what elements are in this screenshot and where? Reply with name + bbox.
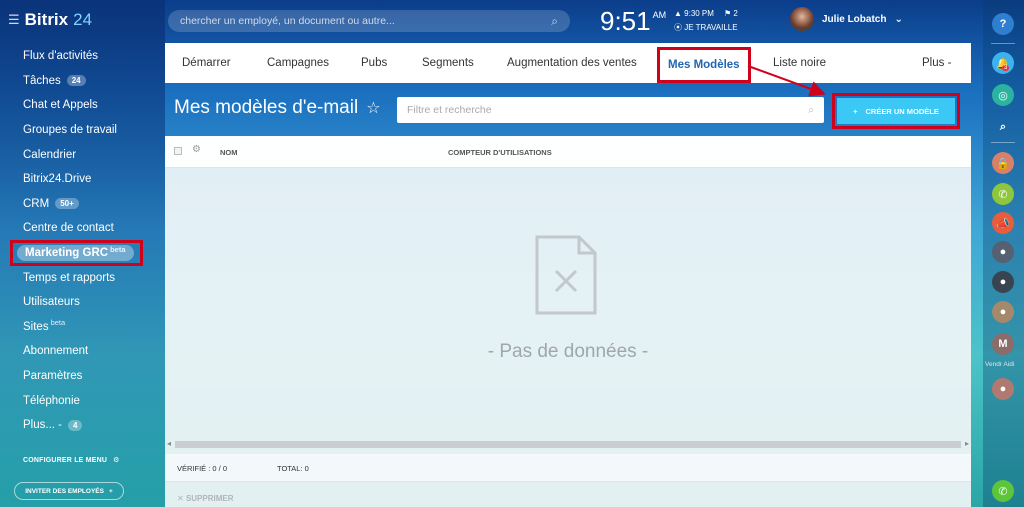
page-title: Mes modèles d'e-mail ☆ xyxy=(174,97,381,118)
beta-tag: beta xyxy=(50,318,66,328)
help-button[interactable]: ? xyxy=(992,13,1014,35)
close-icon: ✕ xyxy=(177,494,184,503)
sidebar-item-marketing[interactable]: Marketing GRC beta xyxy=(0,240,165,267)
empty-file-icon xyxy=(535,235,597,315)
beta-tag: beta xyxy=(110,245,126,255)
scroll-left-icon[interactable]: ◂ xyxy=(167,439,171,448)
sidebar-nav: Flux d'activités Tâches 24 Chat et Appels… xyxy=(0,44,165,438)
logo[interactable]: ☰ Bitrix 24 xyxy=(8,10,92,30)
create-template-button[interactable]: + CRÉER UN MODÈLE xyxy=(837,98,955,124)
tab-sales-boost[interactable]: Augmentation des ventes xyxy=(507,43,637,83)
sidebar-item-tasks[interactable]: Tâches 24 xyxy=(0,69,165,94)
select-all-checkbox[interactable] xyxy=(174,147,182,155)
sidebar-item-more[interactable]: Plus... -4 xyxy=(0,413,165,438)
highlight-box: Marketing GRC beta xyxy=(10,240,143,267)
right-rail: ? 🔔 3 ◎ ⌕ 🔒 ✆ 📣 ● ● ● M Vendr Aidi ● ✆ xyxy=(983,0,1024,507)
verified-count: VÉRIFIÉ : 0 / 0 xyxy=(177,464,228,473)
highlight-box: Mes Modèles xyxy=(657,47,751,83)
contact-avatar[interactable]: ● xyxy=(992,301,1014,323)
contact-avatar[interactable]: ● xyxy=(992,241,1014,263)
total-count: TOTAL: 0 xyxy=(277,464,309,473)
tab-segments[interactable]: Segments xyxy=(422,43,474,83)
marketing-tabs: Démarrer Campagnes Pubs Segments Augment… xyxy=(165,43,971,83)
avatar xyxy=(790,7,814,31)
menu-icon[interactable]: ☰ xyxy=(8,12,20,28)
empty-state-text: - Pas de données - xyxy=(487,341,649,362)
divider xyxy=(991,142,1015,143)
sidebar-item-crm[interactable]: CRM 50+ xyxy=(0,192,165,217)
phone-icon[interactable]: ✆ xyxy=(992,480,1014,502)
phone-icon[interactable]: ✆ xyxy=(992,183,1014,205)
plus-icon: + xyxy=(853,106,858,116)
sidebar-item-chat[interactable]: Chat et Appels xyxy=(0,93,165,118)
star-icon[interactable]: ☆ xyxy=(366,98,380,118)
sidebar-item-time-reports[interactable]: Temps et rapports xyxy=(0,265,165,290)
tab-start[interactable]: Démarrer xyxy=(182,43,231,83)
templates-grid: ⚙ NOM COMPTEUR D'UTILISATIONS - Pas de d… xyxy=(165,136,971,507)
invite-employees-button[interactable]: INVITER DES EMPLOYÉS + xyxy=(14,482,124,500)
brand-name: Bitrix xyxy=(24,10,69,29)
delete-button[interactable]: ✕ SUPPRIMER xyxy=(177,494,234,503)
user-name: Julie Lobatch xyxy=(822,13,887,25)
configure-menu-button[interactable]: CONFIGURER LE MENU ⚙ xyxy=(23,456,120,465)
sidebar-item-subscription[interactable]: Abonnement xyxy=(0,339,165,364)
count-badge: 24 xyxy=(66,75,86,87)
contact-name: Vendr Aidi xyxy=(985,361,1015,368)
scroll-right-icon[interactable]: ▸ xyxy=(965,439,969,448)
flag-count: ⚑ 2 xyxy=(723,9,738,18)
tab-my-templates[interactable]: Mes Modèles xyxy=(657,45,751,85)
gear-icon[interactable]: ⚙ xyxy=(192,144,201,155)
divider xyxy=(991,43,1015,44)
left-sidebar: ☰ Bitrix 24 Flux d'activités Tâches 24 Ch… xyxy=(0,0,165,507)
clock[interactable]: 9:51 AM xyxy=(600,6,666,37)
column-header-usage[interactable]: COMPTEUR D'UTILISATIONS xyxy=(448,148,552,157)
chevron-down-icon: ⌄ xyxy=(894,13,903,25)
sidebar-item-activity-stream[interactable]: Flux d'activités xyxy=(0,44,165,69)
highlight-box: + CRÉER UN MODÈLE xyxy=(832,93,960,129)
work-status: ⦿ JE TRAVAILLE xyxy=(674,23,738,32)
grid-header: ⚙ NOM COMPTEUR D'UTILISATIONS xyxy=(165,136,971,168)
megaphone-icon[interactable]: 📣 xyxy=(992,212,1014,234)
lock-icon[interactable]: 🔒 xyxy=(992,152,1014,174)
chat-icon[interactable]: ◎ xyxy=(992,84,1014,106)
search-icon[interactable]: ⌕ xyxy=(808,104,814,117)
sidebar-item-sites[interactable]: Sites beta xyxy=(0,315,165,340)
tab-more[interactable]: Plus - xyxy=(922,43,951,83)
tab-ads[interactable]: Pubs xyxy=(361,43,387,83)
active-pill: Marketing GRC beta xyxy=(17,245,134,262)
user-menu[interactable]: Julie Lobatch ⌄ xyxy=(790,7,903,31)
count-badge: 50+ xyxy=(55,198,79,210)
grid-footer: VÉRIFIÉ : 0 / 0 TOTAL: 0 xyxy=(165,454,971,482)
search-icon[interactable]: ⌕ xyxy=(551,14,558,29)
search-icon[interactable]: ⌕ xyxy=(992,116,1014,138)
sidebar-item-settings[interactable]: Paramètres xyxy=(0,364,165,389)
horizontal-scrollbar[interactable]: ◂ ▸ xyxy=(165,438,971,450)
contact-avatar[interactable]: ● xyxy=(992,378,1014,400)
work-time: ▲ 9:30 PM xyxy=(674,9,714,18)
tab-blacklist[interactable]: Liste noire xyxy=(773,43,826,83)
global-search-input[interactable]: chercher un employé, un document ou autr… xyxy=(168,10,570,32)
filter-search-input[interactable]: Filtre et recherche ⌕ xyxy=(397,97,824,123)
contact-avatar[interactable]: ● xyxy=(992,271,1014,293)
sidebar-item-telephony[interactable]: Téléphonie xyxy=(0,388,165,413)
column-header-name[interactable]: NOM xyxy=(220,148,238,157)
contact-avatar[interactable]: M xyxy=(992,333,1014,355)
brand-number: 24 xyxy=(73,10,93,29)
sidebar-item-users[interactable]: Utilisateurs xyxy=(0,290,165,315)
gear-icon: ⚙ xyxy=(113,457,120,464)
count-badge: 4 xyxy=(67,419,83,431)
sidebar-item-contact-center[interactable]: Centre de contact xyxy=(0,216,165,241)
plus-icon: + xyxy=(108,487,113,495)
scrollbar-thumb[interactable] xyxy=(175,441,961,448)
sidebar-item-drive[interactable]: Bitrix24.Drive xyxy=(0,167,165,192)
sidebar-item-calendar[interactable]: Calendrier xyxy=(0,142,165,167)
tab-campaigns[interactable]: Campagnes xyxy=(267,43,329,83)
sidebar-item-workgroups[interactable]: Groupes de travail xyxy=(0,118,165,143)
work-day-widget[interactable]: ▲ 9:30 PM ⚑ 2 ⦿ JE TRAVAILLE xyxy=(674,9,738,33)
